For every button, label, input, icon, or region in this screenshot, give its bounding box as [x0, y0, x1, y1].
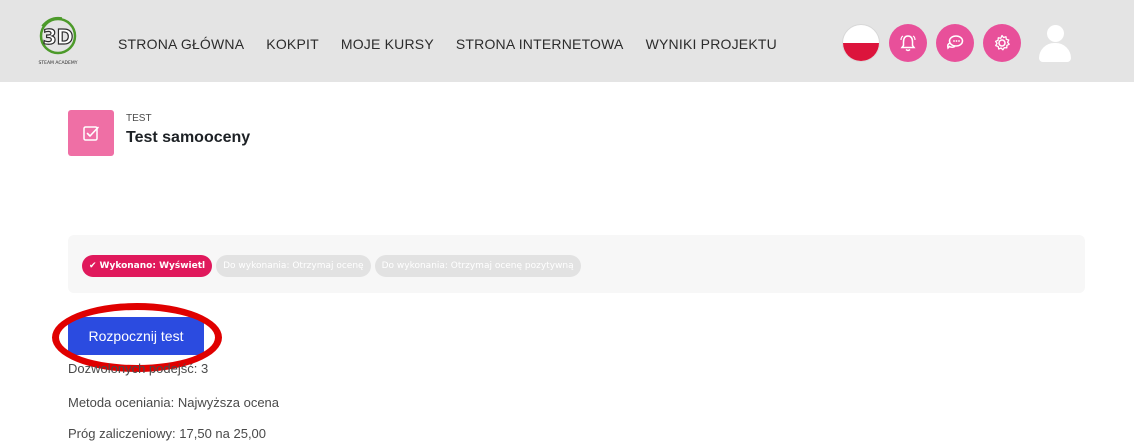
nav-project-results[interactable]: WYNIKI PROJEKTU — [635, 33, 788, 55]
nav-website[interactable]: STRONA INTERNETOWA — [445, 33, 635, 55]
svg-text:3D: 3D — [43, 25, 74, 49]
completion-requirements: ✔ Wykonano: Wyświetl Do wykonania: Otrzym… — [68, 235, 1085, 293]
attempts-allowed: Dozwolonych podejść: 3 — [68, 361, 209, 376]
passing-grade: Próg zaliczeniowy: 17,50 na 25,00 — [68, 426, 267, 441]
check-icon: ✔ — [89, 261, 97, 271]
notifications-icon[interactable] — [889, 24, 927, 62]
grading-method: Metoda oceniania: Najwyższa ocena — [68, 395, 280, 410]
activity-text: TEST Test samooceny — [126, 110, 250, 156]
svg-text:STEAM ACADEMY: STEAM ACADEMY — [39, 60, 78, 66]
start-test-button[interactable]: Rozpocznij test — [68, 317, 204, 355]
logo-3d-icon: 3D STEAM ACADEMY — [39, 16, 78, 66]
quiz-icon — [68, 110, 114, 156]
activity-header: TEST Test samooceny — [68, 110, 250, 156]
user-avatar-icon[interactable] — [1038, 24, 1072, 62]
completion-done-label: Wykonano: Wyświetl — [99, 261, 206, 271]
page-title: Test samooceny — [126, 129, 251, 146]
nav-my-courses[interactable]: MOJE KURSY — [330, 33, 445, 55]
messages-icon[interactable] — [936, 24, 974, 62]
poland-flag-icon[interactable] — [842, 24, 880, 62]
settings-icon[interactable] — [983, 24, 1021, 62]
completion-badge-done: ✔ Wykonano: Wyświetl — [82, 255, 213, 277]
top-navbar: 3D STEAM ACADEMY STRONA GŁÓWNA KOKPIT MO… — [0, 0, 1134, 82]
activity-type: TEST — [126, 113, 152, 124]
completion-badge-todo-grade: Do wykonania: Otrzymaj ocenę — [216, 255, 371, 277]
completion-badges: ✔ Wykonano: Wyświetl Do wykonania: Otrzym… — [82, 255, 581, 277]
nav-dashboard[interactable]: KOKPIT — [255, 33, 330, 55]
steam-academy-logo[interactable]: 3D STEAM ACADEMY — [28, 14, 88, 68]
nav-home[interactable]: STRONA GŁÓWNA — [107, 33, 255, 55]
user-tools — [842, 24, 1072, 62]
main-navigation: STRONA GŁÓWNA KOKPIT MOJE KURSY STRONA I… — [107, 33, 788, 55]
completion-badge-todo-pass: Do wykonania: Otrzymaj ocenę pozytywną — [374, 255, 581, 277]
